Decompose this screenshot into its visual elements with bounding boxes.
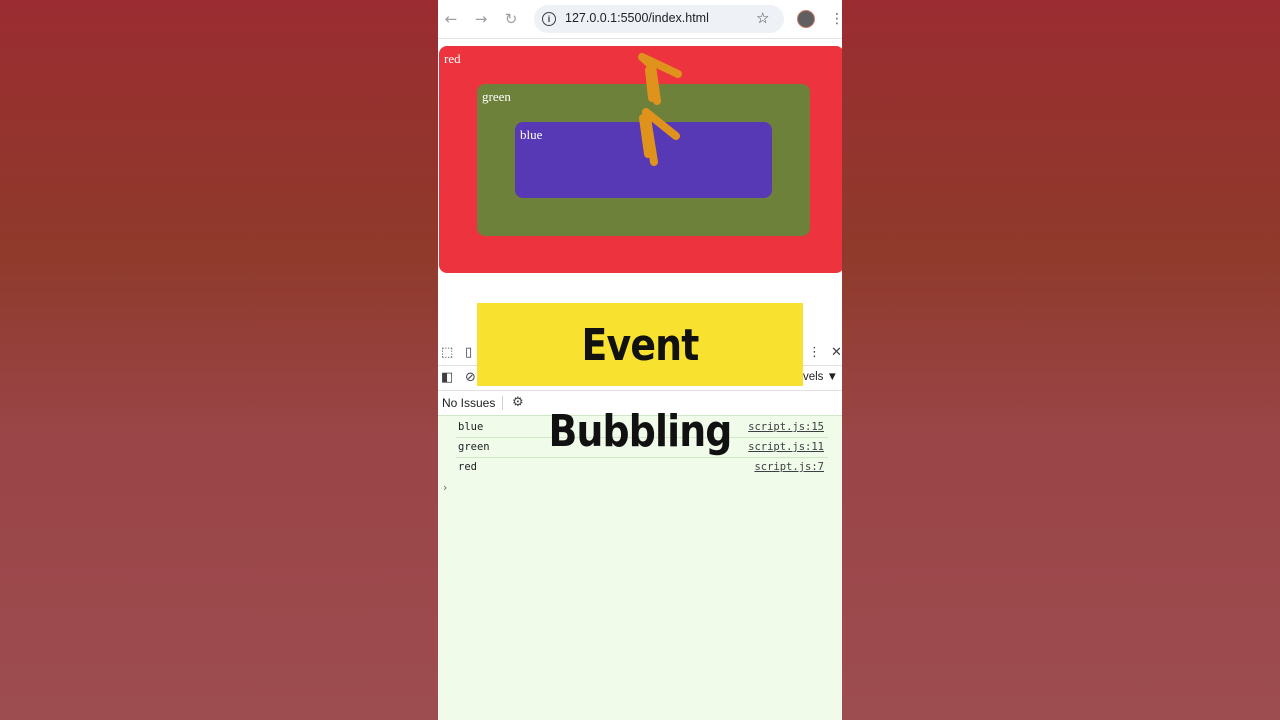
issues-count[interactable]: No Issues	[442, 396, 495, 410]
log-source-link[interactable]: script.js:7	[754, 461, 824, 473]
url-text[interactable]: 127.0.0.1:5500/index.html	[565, 11, 709, 25]
more-options-icon[interactable]: ⋮	[808, 345, 821, 361]
red-box-label: red	[444, 51, 461, 66]
avatar[interactable]	[797, 10, 815, 28]
blue-box[interactable]: blue	[515, 122, 772, 198]
gear-icon[interactable]: ⚙	[512, 395, 524, 411]
log-source-link[interactable]: script.js:11	[748, 441, 824, 453]
background-blur-left	[0, 0, 438, 720]
star-icon[interactable]: ☆	[756, 9, 769, 27]
browser-toolbar: ← → ↻ i 127.0.0.1:5500/index.html ☆ ⋮	[438, 0, 842, 39]
log-source-link[interactable]: script.js:15	[748, 421, 824, 433]
arrow-right-icon[interactable]: →	[471, 9, 491, 29]
arrow-left-icon[interactable]: ←	[441, 9, 461, 29]
close-icon[interactable]: ✕	[831, 345, 842, 361]
blue-box-label: blue	[520, 127, 543, 142]
inspect-element-icon[interactable]: ⬚	[441, 345, 453, 361]
address-bar[interactable]: i 127.0.0.1:5500/index.html ☆	[534, 5, 784, 33]
green-box-label: green	[482, 89, 511, 104]
console-prompt[interactable]: ›	[443, 481, 447, 494]
log-message: red	[458, 461, 477, 473]
info-icon[interactable]: i	[542, 12, 556, 26]
reload-icon[interactable]: ↻	[501, 9, 521, 29]
title-text: Event Bubbling	[548, 320, 732, 457]
divider	[502, 396, 503, 410]
log-message: green	[458, 441, 490, 453]
background-blur-right	[842, 0, 1280, 720]
device-toggle-icon[interactable]: ▯	[465, 345, 472, 361]
log-message: blue	[458, 421, 484, 433]
clear-console-icon[interactable]: ⊘	[465, 370, 476, 386]
title-banner: Event Bubbling	[477, 303, 803, 457]
kebab-menu-icon[interactable]: ⋮	[830, 9, 842, 29]
sidebar-toggle-icon[interactable]: ◧	[441, 370, 453, 386]
